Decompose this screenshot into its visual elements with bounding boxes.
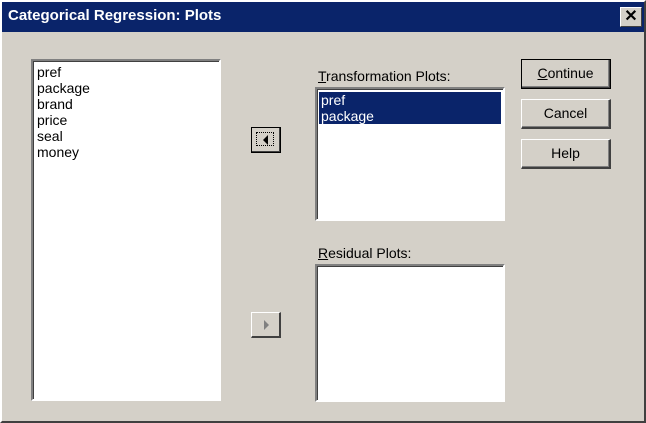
residual-plots-list[interactable] [315, 264, 505, 402]
list-item[interactable]: pref [35, 64, 217, 80]
plots-dialog: Categorical Regression: Plots ✕ pref pac… [0, 0, 646, 423]
transformation-plots-list[interactable]: pref package [315, 87, 505, 221]
source-variable-list[interactable]: pref package brand price seal money [31, 59, 221, 401]
residual-plots-label: Residual Plots: [318, 245, 412, 261]
list-item[interactable]: package [35, 80, 217, 96]
continue-button[interactable]: Continue [521, 59, 611, 89]
move-transformation-button[interactable] [251, 127, 281, 153]
close-icon: ✕ [624, 8, 638, 25]
list-item[interactable]: money [35, 144, 217, 160]
list-item[interactable]: brand [35, 96, 217, 112]
close-button[interactable]: ✕ [620, 7, 642, 27]
transformation-plots-label: Transformation Plots: [318, 68, 451, 84]
cancel-button[interactable]: Cancel [521, 99, 611, 129]
help-button[interactable]: Help [521, 139, 611, 169]
arrow-left-icon [263, 135, 268, 145]
list-item[interactable]: package [319, 108, 501, 124]
list-item[interactable]: price [35, 112, 217, 128]
title-bar: Categorical Regression: Plots ✕ [2, 2, 644, 32]
list-item[interactable]: seal [35, 128, 217, 144]
dialog-title: Categorical Regression: Plots [8, 7, 222, 24]
list-item[interactable]: pref [319, 92, 501, 108]
move-residual-button[interactable] [251, 312, 281, 338]
arrow-right-icon [264, 320, 269, 330]
